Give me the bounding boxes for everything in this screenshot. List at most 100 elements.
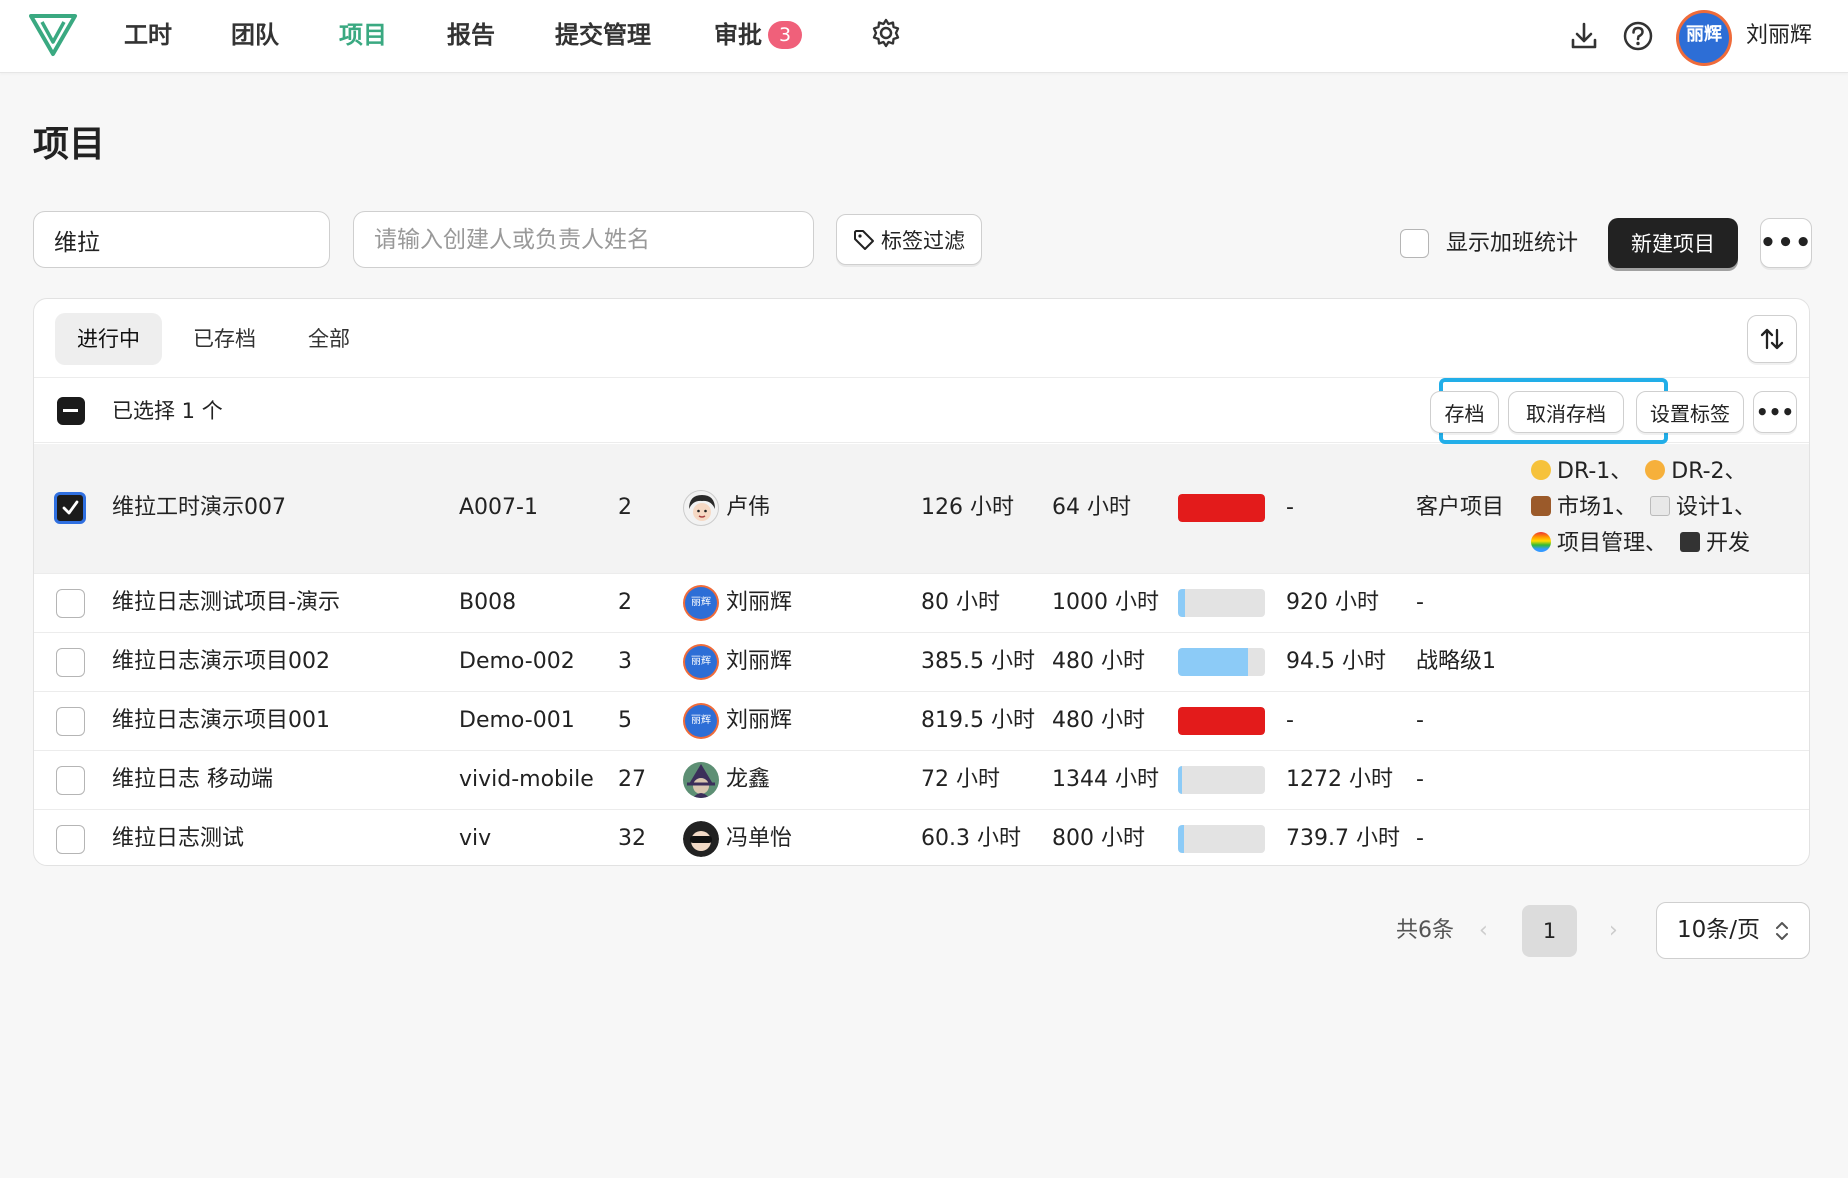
owner-name: 刘丽辉 (726, 590, 793, 615)
more-options-button[interactable]: ••• (1760, 218, 1812, 268)
sort-icon (1760, 328, 1784, 350)
selection-more-button[interactable]: ••• (1753, 391, 1797, 433)
page-title: 项目 (33, 124, 106, 165)
tab-all[interactable]: 全部 (286, 313, 372, 365)
used-hours: 80 小时 (921, 590, 1000, 615)
progress-fill (1178, 707, 1265, 735)
prev-page-icon[interactable]: ‹ (1479, 915, 1488, 947)
remaining-hours: 920 小时 (1286, 590, 1379, 615)
tag-item: 开发 (1706, 531, 1751, 556)
select-all-checkbox[interactable] (57, 397, 85, 425)
project-code: A007-1 (459, 495, 538, 520)
progress-bar (1178, 766, 1265, 794)
kiss-emoji-icon (1645, 460, 1666, 480)
tag-item: 市场1、 (1557, 495, 1637, 520)
ox-emoji-icon (1531, 496, 1551, 516)
member-count: 32 (618, 826, 646, 851)
owner-name: 刘丽辉 (726, 708, 793, 733)
project-name[interactable]: 维拉日志测试项目-演示 (112, 587, 340, 619)
owner-avatar: 丽辉 (683, 585, 719, 621)
gear-icon[interactable] (870, 17, 902, 49)
chevron-updown-icon (1776, 922, 1788, 940)
tab-in-progress[interactable]: 进行中 (55, 313, 162, 365)
budget-hours: 800 小时 (1052, 826, 1145, 851)
owner-avatar (683, 762, 719, 798)
tab-archived[interactable]: 已存档 (171, 313, 278, 365)
user-name[interactable]: 刘丽辉 (1746, 19, 1812, 53)
unarchive-button[interactable]: 取消存档 (1508, 391, 1624, 433)
owner-name: 冯单怡 (726, 826, 793, 851)
progress-fill (1178, 648, 1248, 676)
more-icon: ••• (1759, 228, 1813, 258)
next-page-icon[interactable]: › (1609, 915, 1618, 947)
budget-hours: 64 小时 (1052, 495, 1131, 520)
project-code: vivid-mobile (459, 767, 594, 792)
archive-button[interactable]: 存档 (1430, 391, 1499, 433)
tag-filter-button[interactable]: 标签过滤 (836, 214, 982, 265)
rainbow-emoji-icon (1531, 532, 1551, 552)
nav-item-submissions[interactable]: 提交管理 (555, 18, 651, 52)
overtime-checkbox[interactable] (1400, 229, 1429, 258)
selection-count: 已选择 1 个 (112, 399, 223, 423)
progress-bar (1178, 494, 1265, 522)
remaining-hours: 1272 小时 (1286, 767, 1393, 792)
project-code: viv (459, 826, 492, 851)
page-size-value: 10条/页 (1677, 917, 1761, 943)
project-name[interactable]: 维拉日志测试 (112, 823, 244, 855)
nav-item-team[interactable]: 团队 (231, 18, 279, 52)
remaining-hours: - (1286, 495, 1294, 520)
table-row[interactable]: 维拉日志演示项目002 Demo-002 3 丽辉 刘丽辉 385.5 小时 4… (34, 634, 1809, 692)
nav-item-worktime[interactable]: 工时 (124, 18, 172, 52)
nav-item-approval[interactable]: 审批 3 (714, 18, 803, 52)
row-checkbox[interactable] (54, 492, 86, 524)
table-row[interactable]: 维拉日志测试 viv 32 冯单怡 60.3 小时 800 小时 739.7 小… (34, 811, 1809, 865)
laptop-emoji-icon (1680, 532, 1701, 552)
new-project-button[interactable]: 新建项目 (1608, 218, 1738, 268)
progress-bar (1178, 825, 1265, 853)
project-search-input[interactable] (33, 211, 330, 268)
budget-hours: 480 小时 (1052, 649, 1145, 674)
row-checkbox[interactable] (56, 648, 85, 677)
avatar-liulihui-icon: 丽辉 (685, 646, 717, 678)
row-checkbox[interactable] (56, 707, 85, 736)
download-icon[interactable] (1568, 20, 1600, 52)
row-checkbox[interactable] (56, 825, 85, 854)
owner-avatar (683, 490, 719, 526)
logo-icon[interactable] (28, 12, 78, 58)
project-name[interactable]: 维拉日志演示项目001 (112, 705, 330, 737)
used-hours: 126 小时 (921, 495, 1014, 520)
pagination-page-1[interactable]: 1 (1522, 905, 1577, 957)
user-avatar[interactable]: 丽辉 (1676, 10, 1732, 66)
owner-avatar: 丽辉 (683, 644, 719, 680)
project-name[interactable]: 维拉工时演示007 (112, 492, 286, 524)
nav-item-reports[interactable]: 报告 (447, 18, 495, 52)
top-navbar: 工时 团队 项目 报告 提交管理 审批 3 丽辉 刘丽辉 (0, 0, 1848, 73)
table-row[interactable]: 维拉日志 移动端 vivid-mobile 27 龙鑫 72 小时 1344 小… (34, 752, 1809, 810)
remaining-hours: 739.7 小时 (1286, 826, 1400, 851)
nav-item-projects[interactable]: 项目 (339, 18, 387, 52)
more-icon: ••• (1755, 400, 1795, 424)
project-name[interactable]: 维拉日志演示项目002 (112, 646, 330, 678)
progress-fill (1178, 494, 1265, 522)
row-checkbox[interactable] (56, 766, 85, 795)
set-tags-button[interactable]: 设置标签 (1636, 391, 1744, 433)
member-count: 2 (618, 590, 632, 615)
project-category: - (1416, 826, 1424, 851)
person-search-input[interactable] (353, 211, 814, 268)
project-category: - (1416, 708, 1424, 733)
tag-item: DR-2、 (1671, 459, 1747, 484)
sort-button[interactable] (1747, 315, 1797, 363)
avatar-longxin-icon (687, 764, 715, 798)
table-row[interactable]: 维拉日志演示项目001 Demo-001 5 丽辉 刘丽辉 819.5 小时 4… (34, 693, 1809, 751)
page-size-select[interactable]: 10条/页 (1656, 902, 1810, 959)
pagination-total: 共6条 (1396, 918, 1454, 943)
help-icon[interactable] (1622, 20, 1654, 52)
avatar-fengdanyi-icon (683, 821, 719, 857)
row-checkbox[interactable] (56, 589, 85, 618)
table-row[interactable]: 维拉日志测试项目-演示 B008 2 丽辉 刘丽辉 80 小时 1000 小时 … (34, 575, 1809, 633)
remaining-hours: 94.5 小时 (1286, 649, 1386, 674)
avatar-luwei-icon (689, 495, 715, 521)
project-code: B008 (459, 590, 517, 615)
project-name[interactable]: 维拉日志 移动端 (112, 764, 273, 796)
table-row[interactable]: 维拉工时演示007 A007-1 2 卢伟 126 小时 64 小时 - 客户项… (34, 444, 1809, 574)
